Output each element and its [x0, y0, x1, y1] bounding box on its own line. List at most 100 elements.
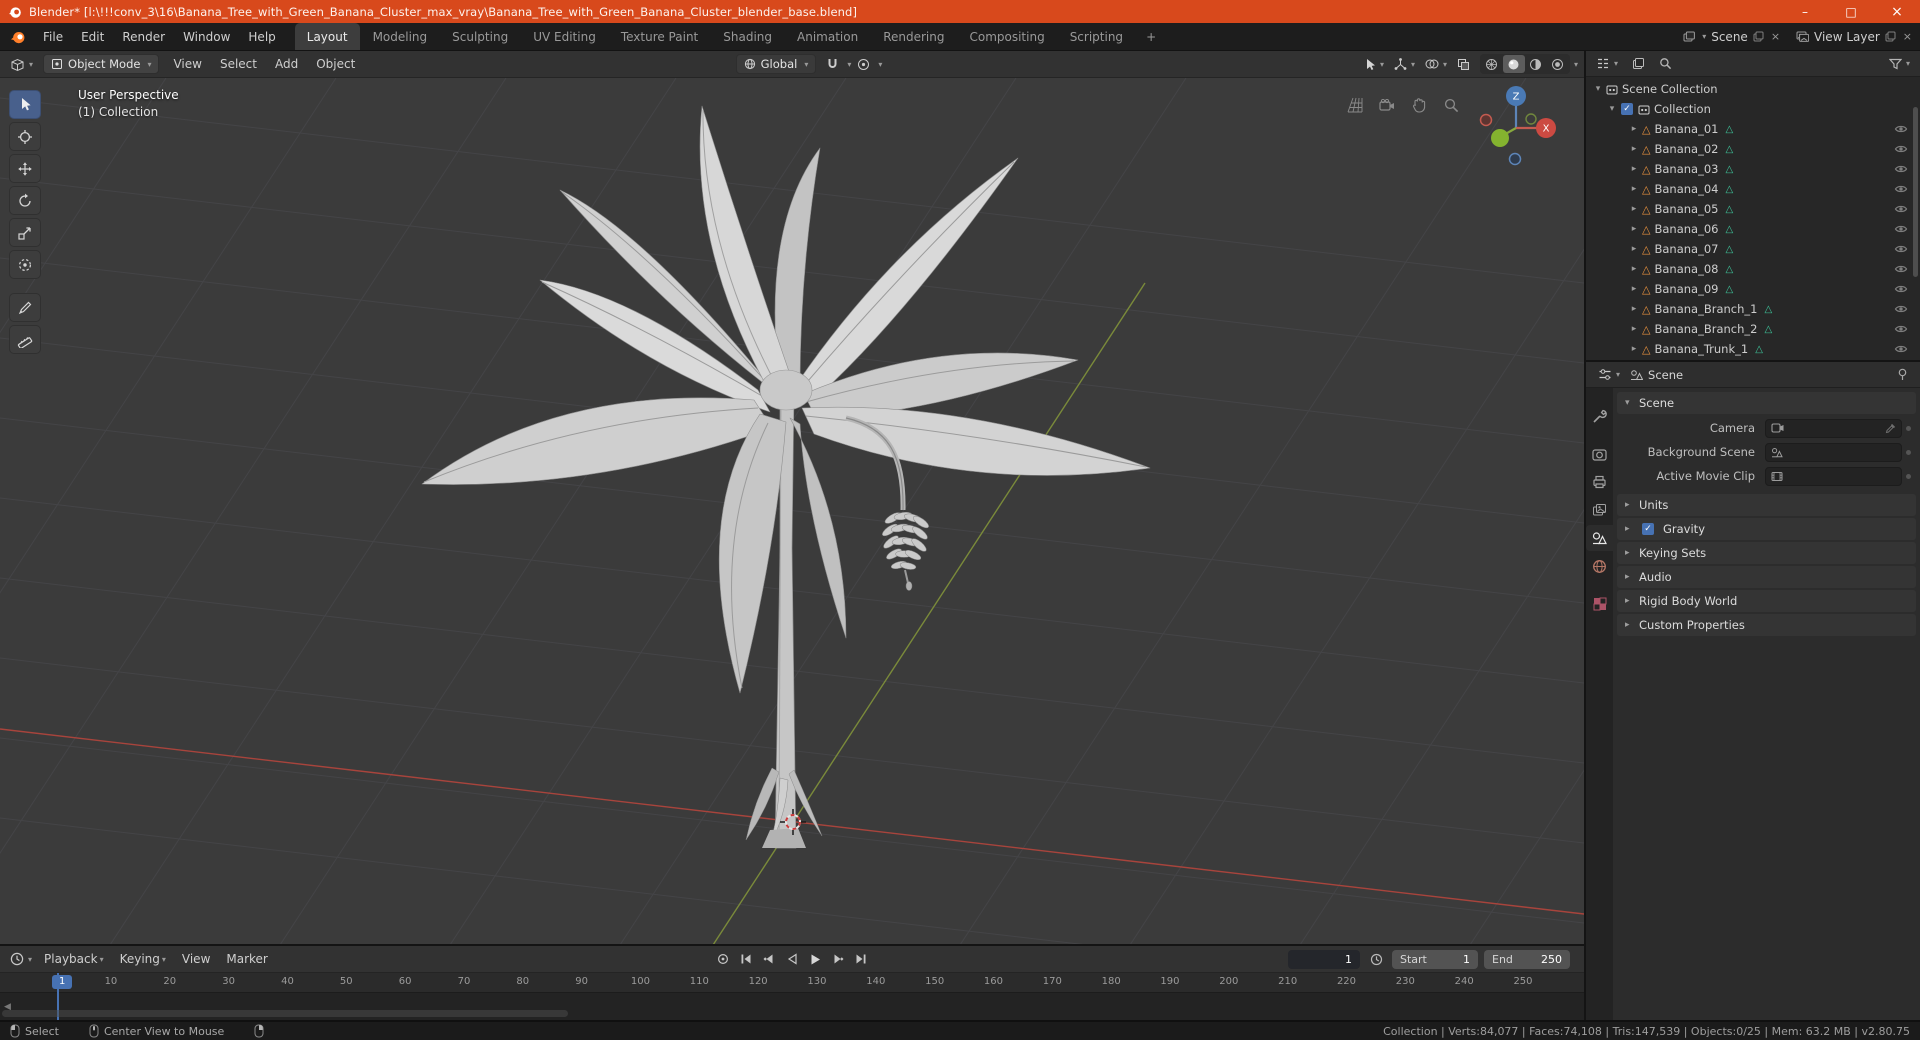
tab-layout[interactable]: Layout — [294, 23, 360, 50]
outliner-object-row[interactable]: ▸ △ Banana_Trunk_1 △ — [1586, 339, 1920, 359]
active-movie-clip-field[interactable] — [1765, 466, 1902, 486]
tab-output-properties[interactable] — [1586, 469, 1613, 495]
outliner-filter-button[interactable]: ▾ — [1885, 54, 1914, 74]
tab-shading[interactable]: Shading — [711, 23, 784, 50]
tab-tool-properties[interactable] — [1586, 403, 1613, 429]
view-layer-name[interactable]: View Layer — [1814, 30, 1880, 44]
object-name[interactable]: Banana_07 — [1654, 242, 1718, 256]
outliner-object-row[interactable]: ▸ △ Banana_09 △ — [1586, 279, 1920, 299]
collapse-icon[interactable]: ▾ — [1606, 104, 1618, 114]
tab-view-layer-properties[interactable] — [1586, 497, 1613, 523]
current-frame-badge[interactable]: 1 — [52, 975, 73, 989]
object-name[interactable]: Banana_Trunk_1 — [1654, 342, 1748, 356]
jump-to-start-button[interactable] — [736, 949, 756, 969]
properties-editor-type-button[interactable]: ▾ — [1594, 365, 1624, 385]
viewport-menu-object[interactable]: Object — [308, 51, 363, 77]
collapse-icon[interactable]: ▾ — [1592, 84, 1604, 94]
outliner-object-row[interactable]: ▸ △ Banana_05 △ — [1586, 199, 1920, 219]
visibility-eye-icon[interactable] — [1894, 283, 1908, 295]
minimize-button[interactable]: – — [1782, 0, 1828, 23]
outliner-object-row[interactable]: ▸ △ Banana_02 △ — [1586, 139, 1920, 159]
move-tool[interactable] — [9, 154, 41, 183]
expand-icon[interactable]: ▸ — [1628, 184, 1640, 194]
remove-view-layer-icon[interactable]: × — [1903, 30, 1912, 43]
visibility-eye-icon[interactable] — [1894, 123, 1908, 135]
snap-dropdown-icon[interactable]: ▾ — [847, 60, 851, 69]
tab-rendering[interactable]: Rendering — [871, 23, 956, 50]
expand-icon[interactable]: ▸ — [1628, 144, 1640, 154]
shading-solid-button[interactable] — [1502, 55, 1525, 73]
region-corner-arrow-icon[interactable]: ◀ — [4, 1002, 11, 1012]
audio-panel-header[interactable]: ▸ Audio — [1617, 566, 1916, 588]
object-name[interactable]: Banana_09 — [1654, 282, 1718, 296]
outliner-object-row[interactable]: ▸ △ Banana_01 △ — [1586, 119, 1920, 139]
visibility-eye-icon[interactable] — [1894, 203, 1908, 215]
tab-render-properties[interactable] — [1586, 441, 1613, 467]
decorator-dot[interactable] — [1902, 425, 1914, 431]
timeline-ruler[interactable]: 10 20 30 40 50 60 70 80 90 100 110 120 130 140 150 160 1… — [0, 973, 1584, 993]
selectability-dropdown[interactable]: ▾ — [1360, 54, 1388, 74]
maximize-button[interactable]: □ — [1828, 0, 1874, 23]
outliner-object-row[interactable]: ▸ △ Banana_04 △ — [1586, 179, 1920, 199]
current-frame-field[interactable]: 1 — [1288, 949, 1360, 969]
timeline-body[interactable]: 10 20 30 40 50 60 70 80 90 100 110 120 130 140 150 160 1… — [0, 973, 1584, 1020]
object-name[interactable]: Banana_05 — [1654, 202, 1718, 216]
tab-scene-properties[interactable] — [1586, 525, 1613, 551]
menu-help[interactable]: Help — [239, 23, 284, 50]
play-button[interactable] — [805, 949, 825, 969]
shading-material-button[interactable] — [1525, 55, 1547, 73]
outliner-object-row[interactable]: ▸ △ Banana_06 △ — [1586, 219, 1920, 239]
select-box-tool[interactable] — [9, 90, 41, 119]
menu-window[interactable]: Window — [174, 23, 239, 50]
menu-file[interactable]: File — [34, 23, 72, 50]
transform-tool[interactable] — [9, 250, 41, 279]
expand-icon[interactable]: ▸ — [1628, 244, 1640, 254]
timeline-menu-view[interactable]: View — [174, 946, 218, 972]
decorator-dot[interactable] — [1902, 473, 1914, 479]
camera-view-icon[interactable] — [1376, 94, 1398, 116]
preview-range-toggle[interactable] — [1366, 949, 1386, 969]
expand-icon[interactable]: ▸ — [1628, 224, 1640, 234]
rotate-tool[interactable] — [9, 186, 41, 215]
decorator-dot[interactable] — [1902, 449, 1914, 455]
timeline-menu-marker[interactable]: Marker — [218, 946, 275, 972]
zoom-icon[interactable] — [1440, 94, 1462, 116]
close-button[interactable]: × — [1874, 0, 1920, 23]
visibility-eye-icon[interactable] — [1894, 243, 1908, 255]
expand-icon[interactable]: ▸ — [1628, 324, 1640, 334]
scene-collection-label[interactable]: Scene Collection — [1622, 82, 1718, 96]
outliner-scene-collection-row[interactable]: ▾ Scene Collection — [1586, 79, 1920, 99]
timeline-menu-keying[interactable]: Keying ▾ — [112, 946, 174, 972]
expand-icon[interactable]: ▸ — [1628, 284, 1640, 294]
visibility-eye-icon[interactable] — [1894, 343, 1908, 355]
snap-toggle[interactable] — [822, 54, 843, 74]
tab-modeling[interactable]: Modeling — [361, 23, 440, 50]
eyedropper-icon[interactable] — [1885, 423, 1896, 434]
collection-label[interactable]: Collection — [1654, 102, 1711, 116]
visibility-eye-icon[interactable] — [1894, 223, 1908, 235]
tab-uv-editing[interactable]: UV Editing — [521, 23, 608, 50]
expand-icon[interactable]: ▸ — [1628, 204, 1640, 214]
tab-world-properties[interactable] — [1586, 553, 1613, 579]
keying-sets-panel-header[interactable]: ▸ Keying Sets — [1617, 542, 1916, 564]
viewport-menu-select[interactable]: Select — [212, 51, 265, 77]
tab-compositing[interactable]: Compositing — [957, 23, 1056, 50]
visibility-eye-icon[interactable] — [1894, 263, 1908, 275]
background-scene-field[interactable] — [1765, 442, 1902, 462]
gravity-checkbox[interactable]: ✓ — [1642, 523, 1654, 535]
object-name[interactable]: Banana_03 — [1654, 162, 1718, 176]
prev-keyframe-button[interactable] — [759, 949, 779, 969]
expand-icon[interactable]: ▸ — [1628, 304, 1640, 314]
timeline-scrollbar[interactable] — [2, 1010, 568, 1017]
object-name[interactable]: Banana_08 — [1654, 262, 1718, 276]
tab-scripting[interactable]: Scripting — [1058, 23, 1135, 50]
tab-texture-properties[interactable] — [1586, 591, 1613, 617]
object-name[interactable]: Banana_04 — [1654, 182, 1718, 196]
pan-hand-icon[interactable] — [1408, 94, 1430, 116]
outliner-object-row[interactable]: ▸ △ Banana_07 △ — [1586, 239, 1920, 259]
scene-selector[interactable]: ▾ Scene × — [1675, 23, 1788, 50]
expand-icon[interactable]: ▸ — [1628, 264, 1640, 274]
unlink-scene-icon[interactable]: × — [1771, 30, 1780, 43]
scene-panel-header[interactable]: ▾ Scene — [1617, 392, 1916, 414]
mode-dropdown[interactable]: Object Mode ▾ — [43, 54, 160, 74]
